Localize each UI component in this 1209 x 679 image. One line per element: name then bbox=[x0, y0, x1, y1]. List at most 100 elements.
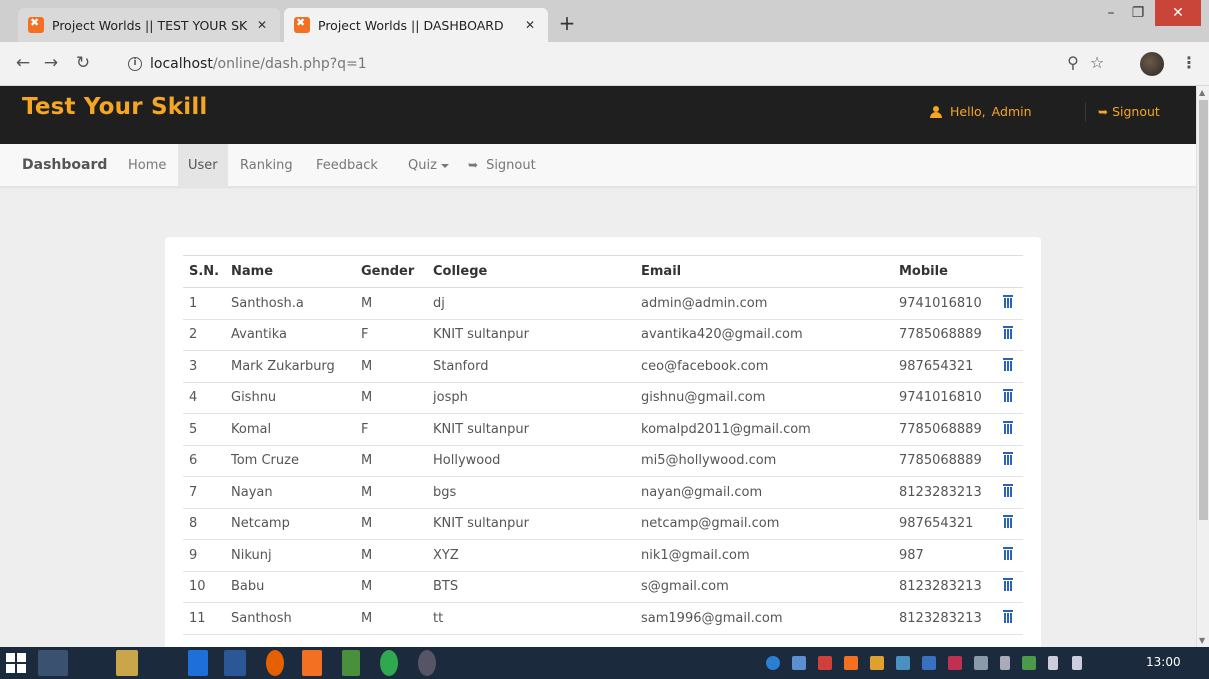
image-app-taskbar-icon[interactable] bbox=[342, 650, 360, 676]
nav-item-ranking[interactable]: Ranking bbox=[230, 144, 303, 187]
browser-tab-strip: Project Worlds || TEST YOUR SKIL ✕ Proje… bbox=[0, 0, 1209, 42]
back-arrow-icon[interactable]: ← bbox=[12, 52, 34, 74]
table-row: 2 Avantika F KNIT sultanpur avantika420@gmai… bbox=[183, 319, 1023, 351]
help-tray-icon[interactable] bbox=[766, 656, 780, 670]
new-tab-button[interactable]: + bbox=[556, 12, 578, 34]
address-bar[interactable]: i localhost/online/dash.php?q=1 bbox=[128, 50, 1038, 78]
word-taskbar-icon[interactable] bbox=[224, 650, 246, 676]
browser-menu-icon[interactable]: ⋮ bbox=[1178, 52, 1200, 74]
tab-close-icon[interactable]: ✕ bbox=[522, 18, 538, 32]
cell-email: ceo@facebook.com bbox=[635, 350, 893, 383]
scroll-thumb[interactable] bbox=[1199, 100, 1208, 520]
trash-icon[interactable] bbox=[1003, 357, 1013, 371]
cell-delete bbox=[993, 382, 1023, 414]
cell-college: bgs bbox=[427, 476, 635, 509]
chrome-taskbar-icon[interactable] bbox=[38, 650, 68, 676]
users-table-body: 1 Santhosh.a Mdj admin@admin.com 9741016810 2… bbox=[183, 287, 1023, 635]
tray-icon[interactable] bbox=[818, 656, 832, 670]
forward-arrow-icon[interactable]: → bbox=[40, 52, 62, 74]
tray-icon[interactable] bbox=[870, 656, 884, 670]
signal-tray-icon[interactable] bbox=[1000, 656, 1010, 670]
site-logo[interactable]: Test Your Skill bbox=[22, 94, 208, 120]
nav-item-signout[interactable]: ➥ Signout bbox=[458, 144, 546, 187]
cell-sn: 3 bbox=[183, 350, 225, 383]
tab-close-icon[interactable]: ✕ bbox=[254, 18, 270, 32]
caret-down-icon bbox=[440, 163, 449, 168]
header-signout-link[interactable]: ➥ Signout bbox=[1098, 104, 1160, 119]
hello-admin[interactable]: Hello, Admin bbox=[930, 104, 1032, 119]
whatsapp-taskbar-icon[interactable] bbox=[380, 650, 398, 676]
browser-tab-test-your-skill[interactable]: Project Worlds || TEST YOUR SKIL ✕ bbox=[18, 8, 280, 42]
cell-sn: 4 bbox=[183, 382, 225, 414]
trash-icon[interactable] bbox=[1003, 420, 1013, 434]
window-close-button[interactable]: ✕ bbox=[1155, 0, 1201, 26]
internet-explorer-taskbar-icon[interactable] bbox=[188, 650, 208, 676]
trash-icon[interactable] bbox=[1003, 515, 1013, 529]
reload-icon[interactable]: ↻ bbox=[72, 52, 94, 74]
windows-start-icon[interactable] bbox=[6, 653, 26, 673]
trash-icon[interactable] bbox=[1003, 483, 1013, 497]
signout-icon: ➥ bbox=[468, 158, 479, 172]
cell-sn: 9 bbox=[183, 539, 225, 572]
tray-icon[interactable] bbox=[1022, 656, 1036, 670]
browser-tab-dashboard[interactable]: Project Worlds || DASHBOARD ✕ bbox=[284, 8, 548, 42]
cell-college: Stanford bbox=[427, 350, 635, 383]
tab-title: Project Worlds || DASHBOARD bbox=[318, 17, 504, 33]
cell-delete bbox=[993, 413, 1023, 446]
file-explorer-taskbar-icon[interactable] bbox=[116, 650, 138, 676]
zoom-icon[interactable]: ⚲ bbox=[1062, 52, 1084, 74]
firefox-taskbar-icon[interactable] bbox=[266, 650, 284, 676]
taskbar-clock[interactable]: 13:00 bbox=[1146, 655, 1181, 669]
trash-icon[interactable] bbox=[1003, 452, 1013, 466]
nav-item-feedback[interactable]: Feedback bbox=[306, 144, 388, 187]
network-tray-icon[interactable] bbox=[1072, 656, 1082, 670]
cell-name: Netcamp bbox=[225, 508, 355, 540]
app-taskbar-icon[interactable] bbox=[418, 650, 436, 676]
trash-icon[interactable] bbox=[1003, 294, 1013, 308]
xampp-taskbar-icon[interactable] bbox=[302, 650, 322, 676]
trash-icon[interactable] bbox=[1003, 609, 1013, 623]
cell-mobile: 7785068889 bbox=[893, 319, 993, 351]
cell-name: Babu bbox=[225, 571, 355, 603]
browser-toolbar: ← → ↻ i localhost/online/dash.php?q=1 ⚲ … bbox=[0, 42, 1209, 86]
app-taskbar-icon[interactable] bbox=[146, 650, 176, 676]
window-maximize-button[interactable]: ❐ bbox=[1125, 0, 1151, 26]
tray-icon[interactable] bbox=[922, 656, 936, 670]
scroll-down-arrow-icon[interactable]: ▼ bbox=[1199, 636, 1205, 645]
nav-brand-dashboard[interactable]: Dashboard bbox=[12, 144, 117, 187]
shield-tray-icon[interactable] bbox=[948, 656, 962, 670]
home-taskbar-icon[interactable] bbox=[76, 650, 106, 676]
cell-mobile: 987 bbox=[893, 539, 993, 572]
nav-item-quiz[interactable]: Quiz bbox=[398, 144, 459, 187]
cell-name: Gishnu bbox=[225, 382, 355, 414]
cell-delete bbox=[993, 539, 1023, 572]
info-icon[interactable]: i bbox=[128, 57, 142, 71]
xampp-tray-icon[interactable] bbox=[844, 656, 858, 670]
cell-sn: 1 bbox=[183, 287, 225, 320]
cell-sn: 10 bbox=[183, 571, 225, 603]
tray-icon[interactable] bbox=[974, 656, 988, 670]
table-row: 7 Nayan Mbgs nayan@gmail.com 8123283213 bbox=[183, 476, 1023, 509]
profile-avatar[interactable] bbox=[1140, 52, 1164, 76]
cell-college: KNIT sultanpur bbox=[427, 413, 635, 446]
table-row: 11 Santhosh Mtt sam1996@gmail.com 8123283213 bbox=[183, 602, 1023, 635]
tray-icon[interactable] bbox=[792, 656, 806, 670]
bookmark-star-icon[interactable]: ☆ bbox=[1086, 52, 1108, 74]
cell-name: Santhosh bbox=[225, 602, 355, 635]
tray-icon[interactable] bbox=[896, 656, 910, 670]
window-minimize-button[interactable]: – bbox=[1098, 0, 1124, 26]
trash-icon[interactable] bbox=[1003, 546, 1013, 560]
col-header-sn: S.N. bbox=[183, 255, 225, 288]
trash-icon[interactable] bbox=[1003, 326, 1013, 340]
nav-item-user[interactable]: User bbox=[178, 144, 228, 187]
trash-icon[interactable] bbox=[1003, 578, 1013, 592]
scroll-up-arrow-icon[interactable]: ▲ bbox=[1199, 88, 1205, 97]
page-scrollbar[interactable]: ▲ ▼ bbox=[1196, 86, 1209, 647]
cell-gender: M bbox=[355, 382, 427, 414]
trash-icon[interactable] bbox=[1003, 389, 1013, 403]
url-path: /online/dash.php?q=1 bbox=[212, 56, 367, 72]
cell-college: KNIT sultanpur bbox=[427, 508, 635, 540]
cell-name: Mark Zukarburg bbox=[225, 350, 355, 383]
volume-tray-icon[interactable] bbox=[1048, 656, 1058, 670]
nav-item-home[interactable]: Home bbox=[118, 144, 176, 187]
